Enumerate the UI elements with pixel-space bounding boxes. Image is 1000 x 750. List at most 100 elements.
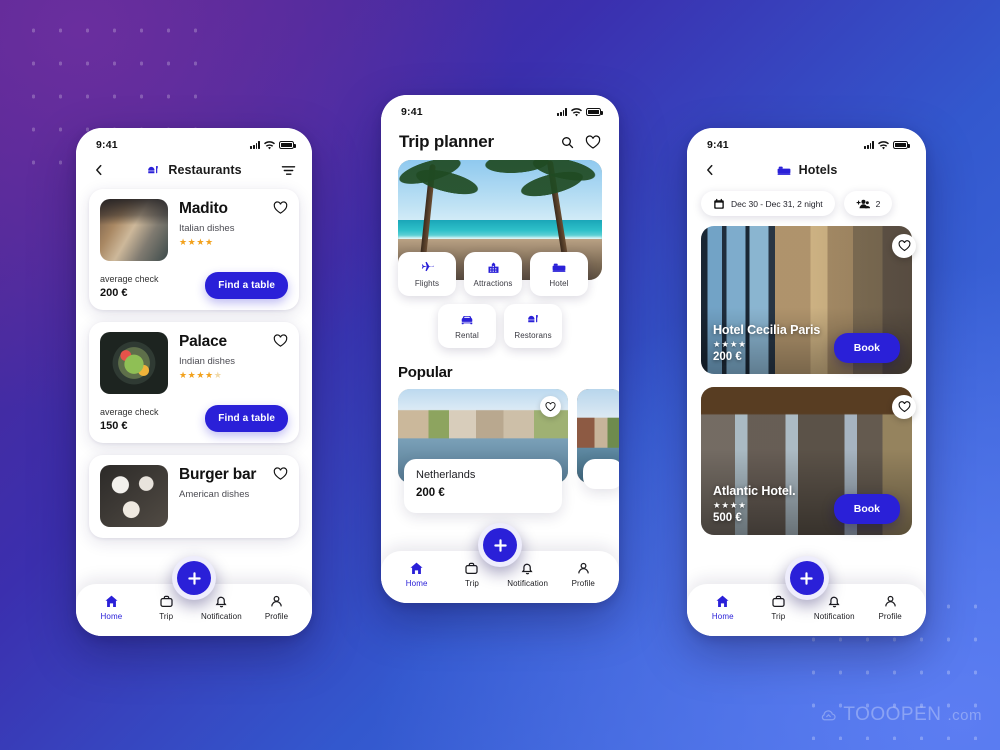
category-label: Rental: [455, 331, 479, 340]
hotels-screen: 9:41 Hotels Dec 30 - Dec 31, 2 night 2 H…: [687, 128, 926, 636]
hotel-card[interactable]: Atlantic Hotel. ★★★★ 500 € Book: [701, 387, 916, 535]
hotel-name: Atlantic Hotel.: [713, 483, 796, 498]
status-time: 9:41: [401, 106, 423, 118]
restaurant-card-bottom: average check 150 € Find a table: [100, 405, 288, 432]
restaurant-name: Burger bar: [179, 466, 257, 483]
restaurant-card[interactable]: Burger bar American dishes: [89, 455, 299, 538]
popular-price: 200 €: [416, 487, 445, 499]
category-flights[interactable]: Flights: [398, 252, 456, 296]
hotels-header: Hotels: [687, 153, 926, 183]
bed-icon: [776, 163, 792, 178]
guests-chip[interactable]: 2: [843, 191, 893, 216]
restaurant-info: Burger bar American dishes: [179, 465, 262, 527]
status-indicators: [250, 140, 296, 150]
cloud-icon: [820, 709, 837, 722]
nav-item-notification[interactable]: Notification: [814, 594, 855, 621]
heart-outline-icon[interactable]: [273, 465, 288, 527]
nav-item-profile[interactable]: Profile: [563, 561, 603, 588]
category-rental[interactable]: Rental: [438, 304, 496, 348]
nav-item-profile[interactable]: Profile: [257, 594, 297, 621]
nav-item-home[interactable]: Home: [397, 561, 437, 588]
filter-icon[interactable]: [281, 164, 296, 177]
category-attractions[interactable]: Attractions: [464, 252, 522, 296]
popular-card[interactable]: Netherlands 200 €: [398, 389, 568, 513]
signal-bars-icon: [557, 108, 567, 116]
popular-meta: Netherlands 200 €: [404, 459, 562, 513]
rating-stars: ★★★★: [179, 237, 214, 248]
signal-bars-icon: [864, 141, 874, 149]
add-fab-button[interactable]: [784, 556, 829, 600]
nav-item-home[interactable]: Home: [703, 594, 743, 621]
average-check-block: average check 150 €: [100, 406, 159, 432]
book-button[interactable]: Book: [833, 333, 900, 363]
heart-outline-icon[interactable]: [273, 332, 288, 394]
restaurants-header: Restaurants: [76, 153, 312, 183]
nav-item-profile[interactable]: Profile: [870, 594, 910, 621]
wifi-icon: [264, 140, 275, 150]
chevron-left-icon[interactable]: [92, 163, 106, 177]
watermark: TOOOPEN .com: [820, 704, 982, 726]
phone-trip-planner: 9:41 Trip planner Flights Attractions Ho…: [381, 95, 619, 603]
category-label: Hotel: [549, 279, 569, 288]
heart-outline-icon[interactable]: [585, 134, 601, 150]
calendar-icon: [713, 198, 725, 210]
date-range-chip[interactable]: Dec 30 - Dec 31, 2 night: [701, 191, 835, 216]
date-range-text: Dec 30 - Dec 31, 2 night: [731, 198, 823, 209]
trip-header-actions: [560, 134, 601, 150]
book-button[interactable]: Book: [833, 494, 900, 524]
hotels-header-center: Hotels: [687, 163, 926, 178]
restaurant-name: Palace: [179, 333, 227, 350]
restaurant-info: Palace Indian dishes ★★★★★: [179, 332, 262, 394]
category-restorans[interactable]: Restorans: [504, 304, 562, 348]
restaurant-thumbnail: [100, 332, 168, 394]
restaurant-card[interactable]: Palace Indian dishes ★★★★★ average check…: [89, 322, 299, 443]
nav-item-trip[interactable]: Trip: [146, 594, 186, 621]
restaurant-thumbnail: [100, 465, 168, 527]
nav-item-trip[interactable]: Trip: [452, 561, 492, 588]
search-icon[interactable]: [560, 135, 575, 150]
rating-stars: ★★★★: [713, 338, 747, 349]
heart-outline-icon[interactable]: [892, 395, 916, 419]
category-hotel[interactable]: Hotel: [530, 252, 588, 296]
heart-outline-icon[interactable]: [540, 396, 561, 417]
nav-label: Home: [405, 578, 428, 588]
nav-item-notification[interactable]: Notification: [201, 594, 242, 621]
restaurant-cuisine: Indian dishes: [179, 356, 235, 368]
app-mockup-canvas: TOOOPEN .com 9:41 Restaurants Madito Ita…: [0, 0, 1000, 750]
category-label: Attractions: [473, 279, 513, 288]
heart-outline-icon[interactable]: [892, 234, 916, 258]
section-title-popular: Popular: [398, 364, 453, 381]
nav-label: Home: [711, 611, 734, 621]
category-row: Rental Restorans: [398, 304, 602, 348]
person-icon: [576, 561, 591, 576]
add-fab-button[interactable]: [172, 556, 216, 600]
nav-label: Notification: [813, 611, 855, 621]
add-fab-button[interactable]: [478, 523, 522, 567]
hotel-text-block: Atlantic Hotel. ★★★★ 500 €: [713, 484, 796, 525]
rating-stars: ★★★★★: [179, 370, 223, 381]
popular-card[interactable]: [577, 389, 619, 513]
chevron-left-icon[interactable]: [703, 163, 717, 177]
hotel-card[interactable]: Hotel Cecilia Paris ★★★★ 200 € Book: [701, 226, 916, 374]
home-icon: [104, 594, 119, 609]
restaurant-card[interactable]: Madito Italian dishes ★★★★ average check…: [89, 189, 299, 310]
find-a-table-button[interactable]: Find a table: [205, 272, 288, 299]
average-check-label: average check: [100, 406, 159, 417]
nav-item-notification[interactable]: Notification: [507, 561, 548, 588]
status-time: 9:41: [707, 139, 729, 151]
restaurant-card-top: Burger bar American dishes: [100, 465, 288, 527]
nav-label: Profile: [878, 611, 902, 621]
heart-outline-icon[interactable]: [273, 199, 288, 261]
bell-icon: [827, 594, 842, 609]
average-check-block: average check 200 €: [100, 273, 159, 299]
plus-icon: [187, 571, 201, 585]
phone-hotels: 9:41 Hotels Dec 30 - Dec 31, 2 night 2 H…: [687, 128, 926, 636]
signal-bars-icon: [250, 141, 260, 149]
restaurant-card-top: Palace Indian dishes ★★★★★: [100, 332, 288, 394]
plus-icon: [800, 571, 813, 585]
hotel-price: 200 €: [713, 351, 742, 363]
find-a-table-button[interactable]: Find a table: [205, 405, 288, 432]
nav-item-home[interactable]: Home: [91, 594, 131, 621]
popular-card-row: Netherlands 200 €: [381, 389, 619, 513]
nav-item-trip[interactable]: Trip: [758, 594, 798, 621]
